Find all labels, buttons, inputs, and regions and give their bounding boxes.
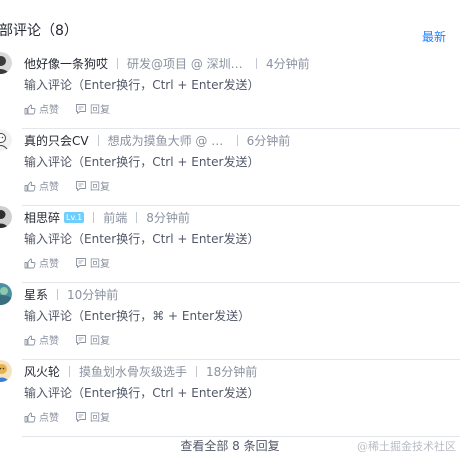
comment-actions: 点赞 回复 [24, 409, 126, 424]
comment-item: 他好像一条狗哎 研发@项目 @ 深圳@... 4分钟前 输入评论（Enter换行… [0, 52, 460, 129]
separator [69, 365, 71, 377]
comment-meta: 他好像一条狗哎 研发@项目 @ 深圳@... 4分钟前 [24, 54, 310, 72]
comment-meta: 相思碎 Lv.1 前端 8分钟前 [24, 208, 190, 226]
reply-button[interactable]: 回复 [75, 409, 110, 424]
comment-icon [76, 411, 86, 422]
sort-latest-tab[interactable]: 最新 [422, 28, 446, 45]
avatar[interactable] [0, 283, 12, 305]
separator [236, 134, 238, 146]
like-button[interactable]: 点赞 [24, 409, 59, 424]
comment-icon [76, 257, 86, 268]
username[interactable]: 相思碎 [24, 209, 60, 226]
like-button[interactable]: 点赞 [24, 178, 59, 193]
like-button[interactable]: 点赞 [24, 332, 59, 347]
comment-time: 4分钟前 [266, 56, 310, 71]
user-job-title: 研发@项目 @ 深圳@... [127, 56, 248, 71]
comment-time: 10分钟前 [67, 287, 119, 302]
avatar[interactable] [0, 129, 12, 151]
comment-icon [76, 180, 86, 191]
comment-actions: 点赞 回复 [24, 101, 126, 116]
comment-header: 部评论（8） 最新 [0, 0, 460, 52]
comment-item: 星系 10分钟前 输入评论（Enter换行，⌘ + Enter发送） 点赞 回复 [0, 283, 460, 360]
comment-meta: 星系 10分钟前 [24, 285, 118, 303]
reply-label: 回复 [90, 259, 110, 270]
comment-item: 相思碎 Lv.1 前端 8分钟前 输入评论（Enter换行，Ctrl + Ent… [0, 206, 460, 283]
thumbs-up-icon [24, 335, 36, 345]
like-label: 点赞 [39, 105, 59, 116]
comment-time: 18分钟前 [206, 364, 258, 379]
reply-button[interactable]: 回复 [75, 178, 110, 193]
like-label: 点赞 [39, 259, 59, 270]
separator [117, 57, 119, 69]
comment-time: 8分钟前 [146, 210, 190, 225]
like-label: 点赞 [39, 413, 59, 424]
like-label: 点赞 [39, 336, 59, 347]
reply-button[interactable]: 回复 [75, 255, 110, 270]
reply-label: 回复 [90, 105, 110, 116]
separator [136, 211, 138, 223]
comment-content: 输入评论（Enter换行，Ctrl + Enter发送） [24, 78, 260, 92]
reply-button[interactable]: 回复 [75, 101, 110, 116]
avatar[interactable] [0, 206, 12, 228]
avatar[interactable] [0, 52, 12, 74]
user-job-title: 想成为摸鱼大师 @ 某... [107, 133, 228, 148]
reply-label: 回复 [90, 182, 110, 193]
comment-actions: 点赞 回复 [24, 255, 126, 270]
comment-actions: 点赞 回复 [24, 178, 126, 193]
username[interactable]: 风火轮 [24, 363, 60, 380]
comment-content: 输入评论（Enter换行，Ctrl + Enter发送） [24, 155, 260, 169]
user-job-title: 摸鱼划水骨灰级选手 [79, 364, 188, 379]
separator [256, 57, 258, 69]
comment-item: 真的只会CV 想成为摸鱼大师 @ 某... 6分钟前 输入评论（Enter换行，… [0, 129, 460, 206]
username[interactable]: 真的只会CV [24, 132, 89, 149]
reply-label: 回复 [90, 413, 110, 424]
avatar[interactable] [0, 360, 12, 382]
thumbs-up-icon [24, 104, 36, 114]
comment-actions: 点赞 回复 [24, 332, 126, 347]
comment-count-title: 部评论（8） [0, 23, 78, 39]
reply-label: 回复 [90, 336, 110, 347]
comment-icon [76, 103, 86, 114]
user-level-badge: Lv.1 [64, 211, 85, 223]
like-button[interactable]: 点赞 [24, 101, 59, 116]
separator [196, 365, 198, 377]
comment-time: 6分钟前 [246, 133, 291, 148]
comment-content: 输入评论（Enter换行，Ctrl + Enter发送） [24, 386, 260, 400]
like-button[interactable]: 点赞 [24, 255, 59, 270]
username[interactable]: 他好像一条狗哎 [24, 55, 108, 72]
reply-button[interactable]: 回复 [75, 332, 110, 347]
comment-item: 风火轮 摸鱼划水骨灰级选手 18分钟前 输入评论（Enter换行，Ctrl + … [0, 360, 460, 437]
separator [93, 211, 95, 223]
user-job-title: 前端 [103, 210, 128, 225]
separator [57, 288, 59, 300]
comment-meta: 真的只会CV 想成为摸鱼大师 @ 某... 6分钟前 [24, 131, 290, 149]
thumbs-up-icon [24, 258, 36, 268]
comment-content: 输入评论（Enter换行，⌘ + Enter发送） [24, 309, 251, 323]
comment-content: 输入评论（Enter换行，Ctrl + Enter发送） [24, 232, 260, 246]
comment-section: 部评论（8） 最新 他好像一条狗哎 研发@项目 @ 深圳@... 4分钟前 输入… [0, 0, 460, 460]
like-label: 点赞 [39, 182, 59, 193]
separator [97, 134, 99, 146]
thumbs-up-icon [24, 181, 36, 191]
thumbs-up-icon [24, 412, 36, 422]
username[interactable]: 星系 [24, 286, 48, 303]
comment-meta: 风火轮 摸鱼划水骨灰级选手 18分钟前 [24, 362, 257, 380]
comment-icon [76, 334, 86, 345]
watermark: @稀土掘金技术社区 [357, 440, 456, 453]
